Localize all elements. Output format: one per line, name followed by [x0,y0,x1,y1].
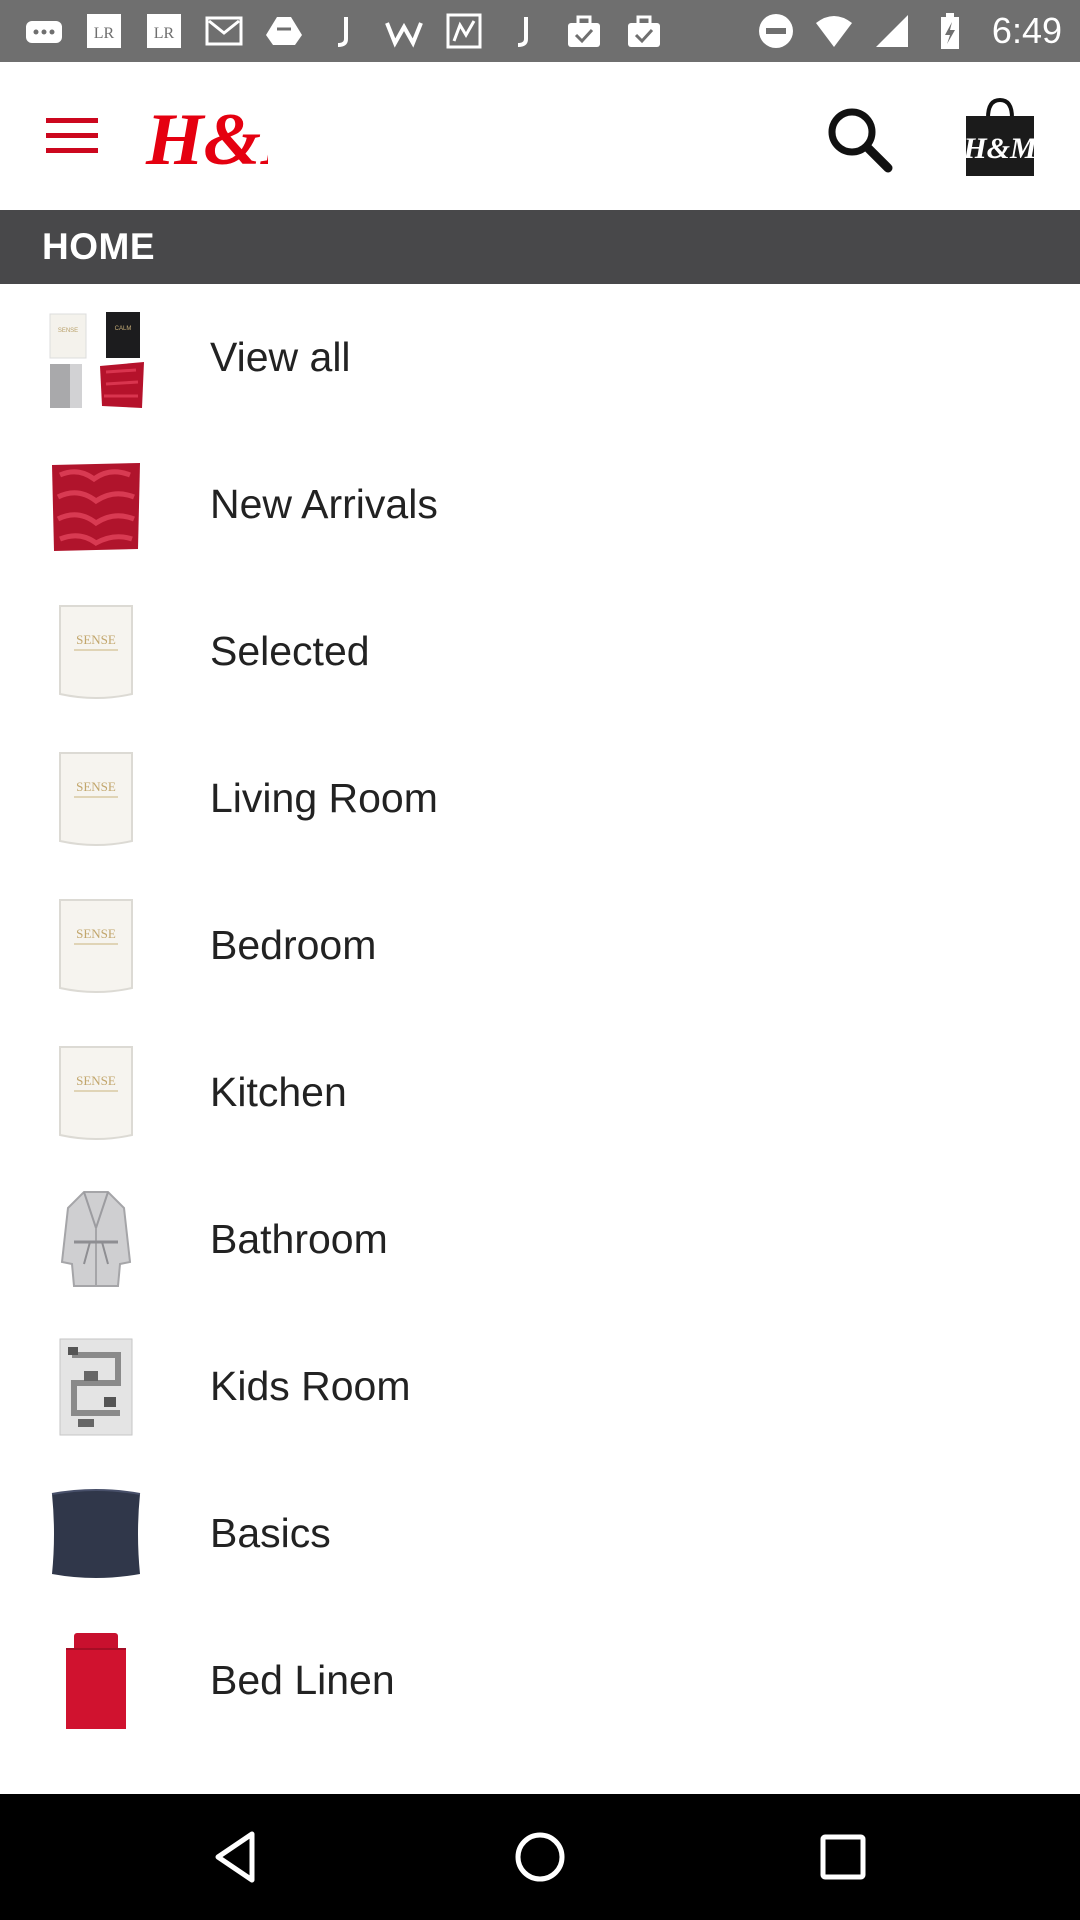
category-item-selected[interactable]: SENSE Selected [0,578,1080,725]
shopping-bag-icon[interactable]: H&M [962,96,1038,178]
navy-cushion-thumb [44,1482,148,1586]
mail-icon [204,11,244,51]
j-icon [504,11,544,51]
category-label: New Arrivals [210,481,438,527]
svg-text:SENSE: SENSE [58,328,78,334]
candle-thumb: SENSE [44,747,148,851]
map-icon [444,11,484,51]
candle-thumb: SENSE [44,1041,148,1145]
svg-text:CALM: CALM [115,326,132,332]
candle-thumb: SENSE [44,600,148,704]
category-item-bed-linen[interactable]: Bed Linen [0,1607,1080,1754]
lr-icon: LR [84,11,124,51]
category-label: Kids Room [210,1363,411,1409]
menu-icon[interactable] [46,114,98,158]
signal-icon [872,11,912,51]
category-label: Bedroom [210,922,377,968]
bathrobe-thumb [44,1188,148,1292]
category-label: Selected [210,628,370,674]
svg-text:LR: LR [94,25,115,42]
hm-logo[interactable]: H&M [144,92,329,181]
logo-text: H&M [145,99,268,180]
category-item-kids-room[interactable]: Kids Room [0,1313,1080,1460]
bag-logo-text: H&M [962,132,1038,165]
section-title: HOME [42,226,155,267]
do-not-disturb-icon [756,11,796,51]
j-icon [324,11,364,51]
collage-thumb: SENSE CALM [44,306,148,410]
category-label: Kitchen [210,1069,347,1115]
category-item-new-arrivals[interactable]: New Arrivals [0,431,1080,578]
category-item-living-room[interactable]: SENSE Living Room [0,725,1080,872]
w-icon [384,11,424,51]
category-label: View all [210,334,351,380]
candle-thumb: SENSE [44,894,148,998]
app-header: H&M H&M [0,62,1080,210]
more-icon [24,11,64,51]
play-rug-thumb [44,1335,148,1439]
home-icon[interactable] [507,1824,573,1890]
clock: 6:49 [991,10,1062,51]
category-list: SENSE CALM View all New Arrivals SENSE S… [0,284,1080,1754]
category-item-bathroom[interactable]: Bathroom [0,1166,1080,1313]
wifi-icon [814,11,854,51]
svg-text:SENSE: SENSE [76,926,116,941]
search-icon[interactable] [822,102,894,174]
category-label: Basics [210,1510,331,1556]
battery-charging-icon [930,11,970,51]
svg-text:SENSE: SENSE [76,1073,116,1088]
drive-icon [264,11,304,51]
red-cushion-thumb [44,453,148,557]
category-label: Bed Linen [210,1657,395,1703]
briefcase-check-icon [624,11,664,51]
svg-text:SENSE: SENSE [76,779,116,794]
svg-text:LR: LR [154,25,175,42]
recents-icon[interactable] [810,1824,876,1890]
category-label: Living Room [210,775,438,821]
system-nav-bar [0,1794,1080,1920]
red-bedding-thumb [44,1629,148,1733]
category-label: Bathroom [210,1216,388,1262]
back-icon[interactable] [204,1824,270,1890]
briefcase-check-icon [564,11,604,51]
category-item-kitchen[interactable]: SENSE Kitchen [0,1019,1080,1166]
category-item-view-all[interactable]: SENSE CALM View all [0,284,1080,431]
lr-icon: LR [144,11,184,51]
section-header: HOME [0,210,1080,284]
svg-text:SENSE: SENSE [76,632,116,647]
category-item-bedroom[interactable]: SENSE Bedroom [0,872,1080,1019]
category-item-basics[interactable]: Basics [0,1460,1080,1607]
status-bar: LR LR 6:49 [0,0,1080,62]
